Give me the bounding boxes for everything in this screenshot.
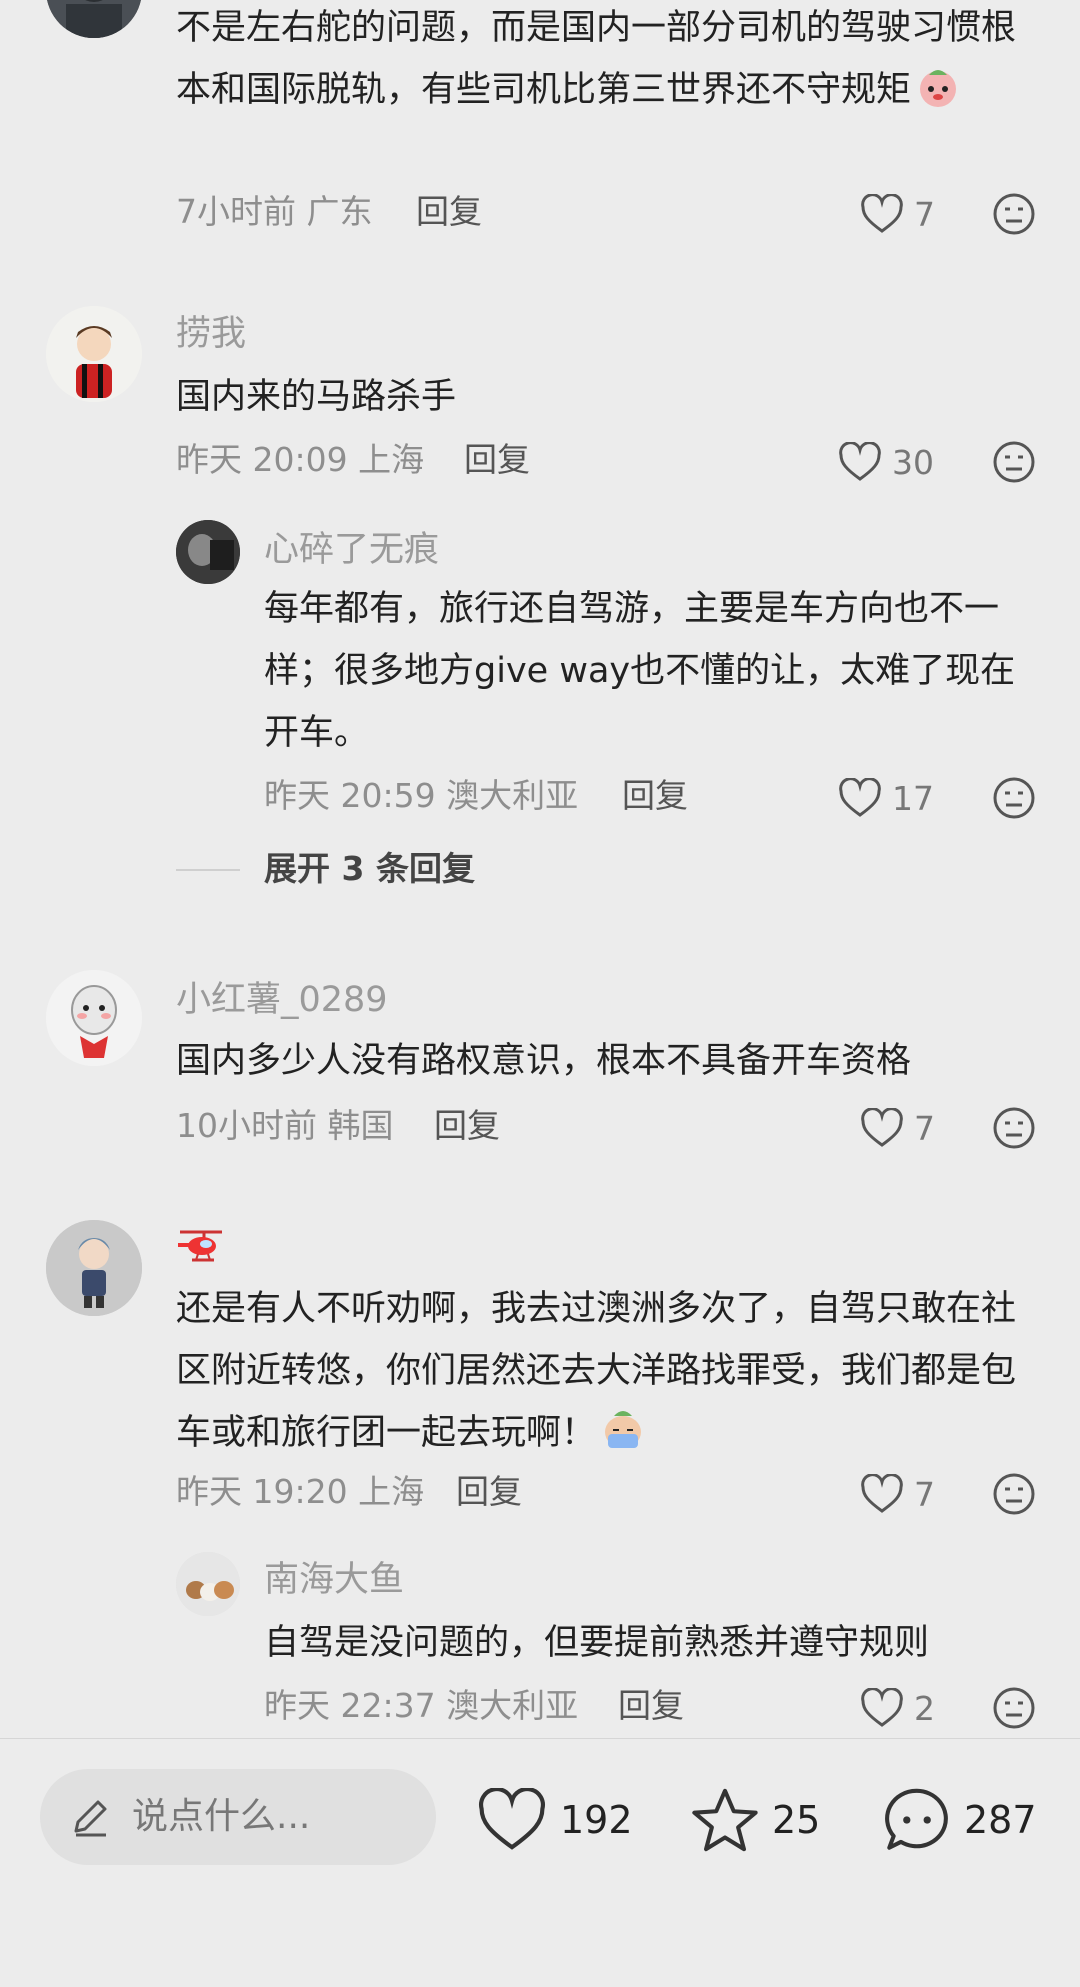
dislike-button[interactable]: [992, 776, 1036, 820]
like-button[interactable]: 7: [860, 1470, 935, 1518]
comments-button[interactable]: 287: [882, 1785, 1037, 1855]
username[interactable]: 捞我: [176, 314, 246, 354]
comment-meta: 昨天 22:37 澳大利亚: [264, 1686, 579, 1725]
reply-button[interactable]: 回复: [456, 1472, 522, 1512]
reply-button[interactable]: 回复: [618, 1686, 684, 1726]
comment-meta: 昨天 19:20 上海: [176, 1472, 425, 1511]
like-post-button[interactable]: 192: [476, 1785, 633, 1855]
heart-icon: [861, 1474, 903, 1513]
dislike-button[interactable]: [992, 1472, 1036, 1516]
heart-icon: [839, 442, 881, 481]
crying-face-emoji: [600, 1406, 646, 1452]
like-count: 30: [892, 442, 934, 482]
helicopter-emoji-icon[interactable]: [176, 1226, 226, 1266]
expand-replies-button[interactable]: 展开 3 条回复: [264, 849, 475, 889]
username[interactable]: 南海大鱼: [264, 1560, 404, 1600]
meh-face-icon: [993, 1687, 1035, 1729]
star-icon: [692, 1788, 758, 1852]
comment-text: 国内多少人没有路权意识，根本不具备开车资格: [176, 1041, 912, 1081]
username[interactable]: 小红薯_0289: [176, 980, 388, 1020]
like-count: 7: [914, 1474, 935, 1514]
dislike-button[interactable]: [992, 1106, 1036, 1150]
reply-button[interactable]: 回复: [622, 776, 688, 816]
like-button[interactable]: 2: [860, 1684, 935, 1732]
avatar[interactable]: [176, 1552, 240, 1616]
heart-icon: [839, 778, 881, 817]
meh-face-icon: [993, 441, 1035, 483]
comment-text: 每年都有，旅行还自驾游，主要是车方向也不一样；很多地方give way也不懂的让…: [264, 589, 1016, 753]
like-button[interactable]: 30: [838, 438, 934, 486]
meh-face-icon: [993, 1473, 1035, 1515]
like-count: 17: [892, 778, 934, 818]
like-count: 7: [914, 1108, 935, 1148]
comment-text: 自驾是没问题的，但要提前熟悉并遵守规则: [264, 1623, 930, 1663]
avatar[interactable]: [46, 1220, 142, 1316]
like-button[interactable]: 7: [860, 1104, 935, 1152]
comment-input-placeholder: 说点什么...: [132, 1796, 311, 1837]
avatar[interactable]: [46, 306, 142, 402]
dislike-button[interactable]: [992, 192, 1036, 236]
meh-face-icon: [993, 1107, 1035, 1149]
bottom-action-bar: 说点什么... 192 25 287: [0, 1738, 1080, 1987]
avatar[interactable]: [46, 970, 142, 1066]
dislike-button[interactable]: [992, 1686, 1036, 1730]
like-button[interactable]: 17: [838, 774, 934, 822]
comment-meta: 7小时前 广东: [176, 192, 373, 231]
dislike-button[interactable]: [992, 440, 1036, 484]
heart-icon: [861, 1108, 903, 1147]
divider: [176, 869, 240, 871]
like-count: 7: [914, 194, 935, 234]
comment-meta: 昨天 20:59 澳大利亚: [264, 776, 579, 815]
chat-bubble-icon: [885, 1788, 948, 1850]
post-like-count: 192: [560, 1798, 633, 1842]
favorite-button[interactable]: 25: [690, 1785, 820, 1855]
comment-meta: 昨天 20:09 上海: [176, 440, 425, 479]
heart-icon: [479, 1788, 545, 1850]
blush-face-emoji: [915, 63, 961, 109]
reply-button[interactable]: 回复: [434, 1106, 500, 1146]
comment-list: 不是左右舵的问题，而是国内一部分司机的驾驶习惯根本和国际脱轨，有些司机比第三世界…: [0, 0, 1080, 1738]
meh-face-icon: [993, 193, 1035, 235]
reply-button[interactable]: 回复: [464, 440, 530, 480]
comment-text: 国内来的马路杀手: [176, 377, 457, 417]
comment-input[interactable]: 说点什么...: [40, 1769, 436, 1865]
username[interactable]: 心碎了无痕: [264, 530, 439, 570]
pencil-icon: [74, 1800, 107, 1837]
like-button[interactable]: 7: [860, 190, 935, 238]
favorite-count: 25: [772, 1798, 821, 1842]
avatar[interactable]: [176, 520, 240, 584]
like-count: 2: [914, 1688, 935, 1728]
reply-button[interactable]: 回复: [416, 192, 482, 232]
heart-icon: [861, 194, 903, 233]
comment-text: 不是左右舵的问题，而是国内一部分司机的驾驶习惯根本和国际脱轨，有些司机比第三世界…: [176, 8, 1017, 110]
meh-face-icon: [993, 777, 1035, 819]
comment-meta: 10小时前 韩国: [176, 1106, 394, 1145]
heart-icon: [861, 1688, 903, 1727]
avatar[interactable]: [46, 0, 142, 38]
comment-text: 还是有人不听劝啊，我去过澳洲多次了，自驾只敢在社区附近转悠，你们居然还去大洋路找…: [176, 1289, 1017, 1453]
comment-count: 287: [964, 1798, 1037, 1842]
